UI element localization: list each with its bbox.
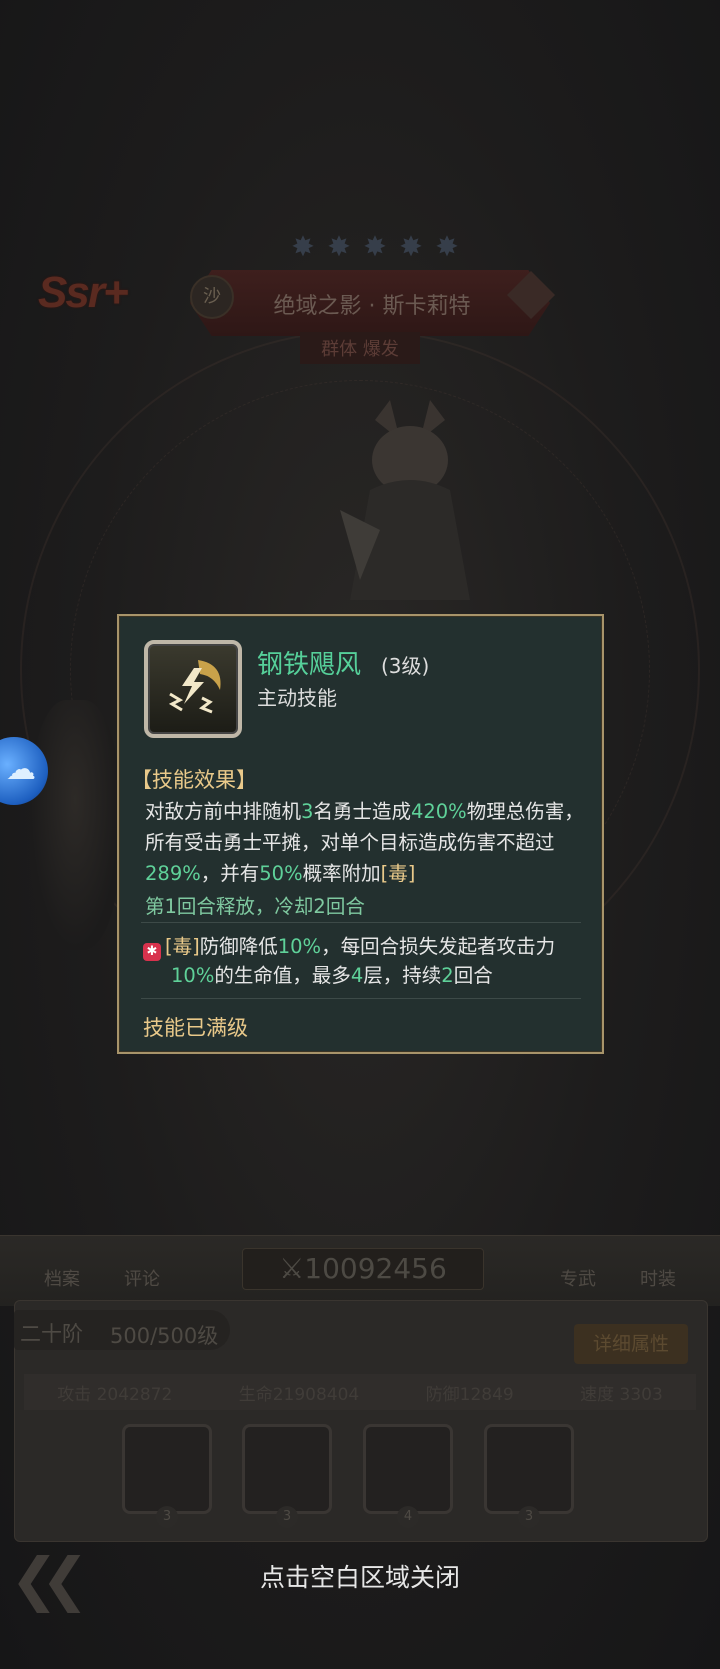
- combat-power: ⚔10092456: [242, 1248, 484, 1290]
- skill-slot-4[interactable]: [484, 1424, 574, 1514]
- side-hero-portrait: [30, 700, 120, 950]
- stat-hp: 生命21908404: [238, 1384, 360, 1405]
- skill-description: 对敌方前中排随机3名勇士造成420%物理总伤害，所有受击勇士平摊，对单个目标造成…: [145, 800, 584, 885]
- hero-portrait: [340, 400, 470, 600]
- divider: [141, 922, 581, 923]
- stat-defense: 防御12849: [425, 1384, 514, 1405]
- level-label: 500/500级: [110, 1324, 219, 1348]
- skill-cooldown: 第1回合释放，冷却2回合: [145, 895, 365, 918]
- tab-exclusive-weapon[interactable]: 专武: [560, 1265, 596, 1291]
- faction-badge: 沙: [190, 275, 234, 319]
- tab-archive[interactable]: 档案: [44, 1265, 80, 1291]
- skill-slot-level: 3: [156, 1506, 178, 1528]
- lightning-tornado-icon: [168, 660, 221, 714]
- skill-slot-level: 3: [276, 1506, 298, 1528]
- skill-slot-2[interactable]: [242, 1424, 332, 1514]
- tab-comment[interactable]: 评论: [124, 1265, 160, 1291]
- poison-effect-description: ✱ [毒]防御降低10%，每回合损失发起者攻击力 10%的生命值，最多4层，持续2…: [143, 932, 583, 990]
- cloud-icon: ☁: [6, 752, 36, 787]
- skill-slot-1[interactable]: [122, 1424, 212, 1514]
- rank-label: 二十阶: [20, 1322, 83, 1346]
- combat-power-value: 10092456: [304, 1252, 447, 1285]
- star-icon: ✸: [363, 230, 387, 263]
- hero-name: 绝域之影 · 斯卡莉特: [273, 294, 471, 319]
- skill-name: 钢铁飓风: [257, 650, 362, 680]
- sword-icon: ⚔: [279, 1252, 305, 1285]
- stat-attack: 攻击 2042872: [57, 1384, 173, 1405]
- hero-tags: 群体 爆发: [300, 332, 420, 364]
- skill-slot-level: 4: [397, 1506, 419, 1528]
- skill-slot-level: 3: [518, 1506, 540, 1528]
- close-hint: 点击空白区域关闭: [259, 1563, 460, 1592]
- detail-attributes-button[interactable]: 详细属性: [574, 1324, 688, 1364]
- skill-icon: [144, 640, 242, 738]
- skill-type: 主动技能: [257, 686, 337, 710]
- skill-slot-3[interactable]: [363, 1424, 453, 1514]
- divider: [141, 998, 581, 999]
- stat-speed: 速度 3303: [580, 1384, 663, 1405]
- skill-effect-title: 【技能效果】: [131, 768, 257, 792]
- skill-detail-popup: 钢铁飓风 (3级) 主动技能 【技能效果】 对敌方前中排随机3名勇士造成420%…: [117, 614, 604, 1054]
- star-icon: ✸: [327, 230, 351, 263]
- poison-icon: ✱: [143, 943, 161, 961]
- stats-row: 攻击 2042872 生命21908404 防御12849 速度 3303: [24, 1374, 696, 1410]
- star-icon: ✸: [291, 230, 315, 263]
- rarity-badge: Ssr+: [38, 268, 129, 317]
- star-icon: ✸: [435, 230, 459, 263]
- tab-costume[interactable]: 时装: [640, 1265, 676, 1291]
- skill-level: (3级): [381, 654, 430, 678]
- star-rating: ✸ ✸ ✸ ✸ ✸: [288, 232, 462, 262]
- skill-max-level-text: 技能已满级: [143, 1016, 248, 1040]
- star-icon: ✸: [399, 230, 423, 263]
